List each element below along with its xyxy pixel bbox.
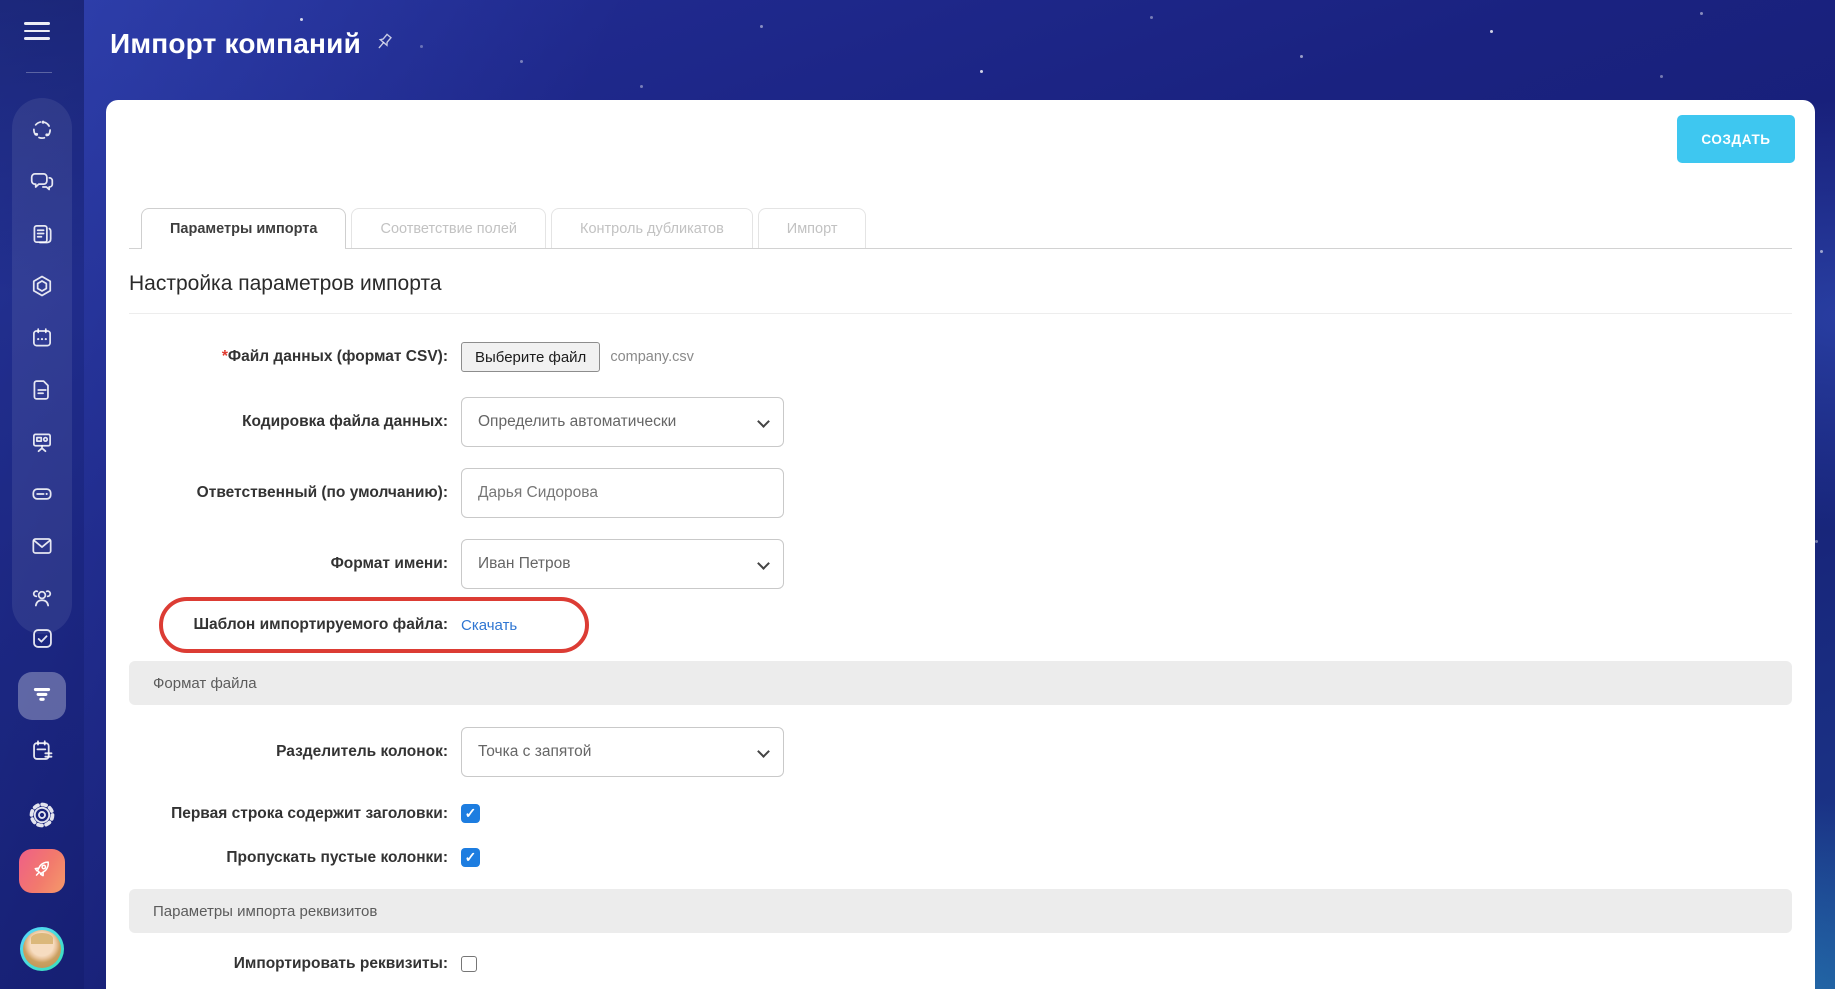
sidebar-item-drive[interactable]: [12, 470, 72, 522]
sidebar-item-feed[interactable]: [12, 210, 72, 262]
responsible-field-row: Ответственный (по умолчанию): Дарья Сидо…: [129, 468, 1792, 518]
chevron-down-icon: [757, 557, 770, 570]
template-label: Шаблон импортируемого файла:: [193, 616, 448, 633]
document-icon: [29, 377, 55, 408]
tab-duplicate-control[interactable]: Контроль дубликатов: [551, 208, 753, 248]
hexagon-icon: [29, 273, 55, 304]
page-header: Импорт компаний: [110, 28, 395, 60]
clipboard-icon: [29, 737, 56, 769]
separator-select[interactable]: Точка с запятой: [461, 727, 784, 777]
sidebar-item-people[interactable]: [12, 574, 72, 626]
separator-label: Разделитель колонок:: [276, 743, 448, 760]
file-format-section-title: Формат файла: [153, 674, 257, 692]
sidebar-icon-rail: [12, 98, 72, 634]
presentation-board-icon: [29, 429, 55, 460]
news-feed-icon: [29, 221, 55, 252]
template-field-row: Шаблон импортируемого файла: Скачать: [129, 597, 1792, 653]
rocket-icon: [30, 857, 54, 886]
name-format-selected-value: Иван Петров: [478, 555, 571, 572]
chevron-down-icon: [757, 415, 770, 428]
name-format-field-row: Формат имени: Иван Петров: [129, 539, 1792, 589]
sidebar-item-crm-active[interactable]: [18, 672, 66, 720]
calendar-icon: [29, 325, 55, 356]
menu-icon[interactable]: [24, 22, 50, 45]
responsible-value: Дарья Сидорова: [478, 484, 598, 501]
first-row-headers-checkbox[interactable]: ✓: [461, 804, 480, 823]
create-button[interactable]: СОЗДАТЬ: [1677, 115, 1795, 163]
gear-icon: [28, 801, 56, 834]
pin-icon[interactable]: [373, 31, 395, 58]
sidebar-item-market[interactable]: [19, 849, 65, 893]
responsible-input[interactable]: Дарья Сидорова: [461, 468, 784, 518]
separator-field-row: Разделитель колонок: Точка с запятой: [129, 727, 1792, 777]
requisites-section-bar: Параметры импорта реквизитов: [129, 889, 1792, 933]
download-template-link[interactable]: Скачать: [461, 617, 517, 634]
choose-file-button[interactable]: Выберите файл: [461, 342, 601, 372]
mail-icon: [29, 533, 55, 564]
first-row-headers-label: Первая строка содержит заголовки:: [171, 804, 448, 822]
sidebar-item-calendar[interactable]: [12, 314, 72, 366]
encoding-field-row: Кодировка файла данных: Определить автом…: [129, 397, 1792, 447]
file-field-row: *Файл данных (формат CSV): Выберите файл…: [129, 342, 1792, 372]
sidebar-item-settings[interactable]: [12, 801, 72, 834]
tab-bar: Параметры импорта Соответствие полей Кон…: [129, 208, 1792, 249]
skip-empty-row: Пропускать пустые колонки: ✓: [129, 848, 1792, 867]
app-root: Импорт компаний СОЗДАТЬ Параметры импорт…: [0, 0, 1835, 989]
sidebar-item-mail[interactable]: [12, 522, 72, 574]
tab-import[interactable]: Импорт: [757, 208, 867, 248]
name-format-label: Формат имени:: [330, 555, 448, 572]
sidebar-item-automation[interactable]: [12, 737, 72, 769]
sidebar-item-tasks[interactable]: [12, 625, 72, 657]
sidebar: [0, 0, 84, 989]
checkmark-icon: ✓: [464, 849, 477, 865]
sidebar-item-workgroups[interactable]: [12, 262, 72, 314]
pulse-icon: [29, 117, 55, 148]
checkmark-icon: ✓: [464, 805, 477, 821]
name-format-select[interactable]: Иван Петров: [461, 539, 784, 589]
sidebar-item-boards[interactable]: [12, 418, 72, 470]
tab-import-parameters[interactable]: Параметры импорта: [141, 208, 347, 249]
chosen-file-name: company.csv: [610, 349, 694, 365]
main-area: Импорт компаний СОЗДАТЬ Параметры импорт…: [84, 0, 1835, 989]
user-avatar[interactable]: [20, 927, 64, 971]
chevron-down-icon: [757, 745, 770, 758]
tasks-check-icon: [29, 625, 56, 657]
content-card: СОЗДАТЬ Параметры импорта Соответствие п…: [106, 100, 1815, 989]
file-field-label: *Файл данных (формат CSV):: [221, 348, 448, 365]
sidebar-divider: [26, 72, 52, 73]
people-icon: [29, 585, 55, 616]
encoding-selected-value: Определить автоматически: [478, 413, 677, 430]
page-title: Импорт компаний: [110, 28, 361, 59]
chat-bubbles-icon: [29, 169, 55, 200]
avatar-photo: [23, 930, 61, 968]
import-requisites-label: Импортировать реквизиты:: [233, 955, 448, 972]
drive-icon: [29, 481, 55, 512]
tab-field-mapping[interactable]: Соответствие полей: [351, 208, 547, 248]
skip-empty-checkbox[interactable]: ✓: [461, 848, 480, 867]
heading-separator: [129, 313, 1792, 314]
form-heading: Настройка параметров импорта: [129, 272, 442, 295]
skip-empty-label: Пропускать пустые колонки:: [226, 848, 448, 866]
import-requisites-row: Импортировать реквизиты:: [129, 955, 1792, 973]
sidebar-item-pulse[interactable]: [12, 106, 72, 158]
encoding-label: Кодировка файла данных:: [242, 413, 448, 430]
file-format-section-bar: Формат файла: [129, 661, 1792, 705]
first-row-headers-row: Первая строка содержит заголовки: ✓: [129, 804, 1792, 823]
funnel-icon: [29, 681, 55, 712]
responsible-label: Ответственный (по умолчанию):: [196, 484, 448, 501]
encoding-select[interactable]: Определить автоматически: [461, 397, 784, 447]
import-requisites-checkbox[interactable]: [461, 956, 477, 972]
separator-selected-value: Точка с запятой: [478, 743, 592, 760]
requisites-section-title: Параметры импорта реквизитов: [153, 902, 378, 920]
sidebar-item-documents[interactable]: [12, 366, 72, 418]
sidebar-item-messenger[interactable]: [12, 158, 72, 210]
